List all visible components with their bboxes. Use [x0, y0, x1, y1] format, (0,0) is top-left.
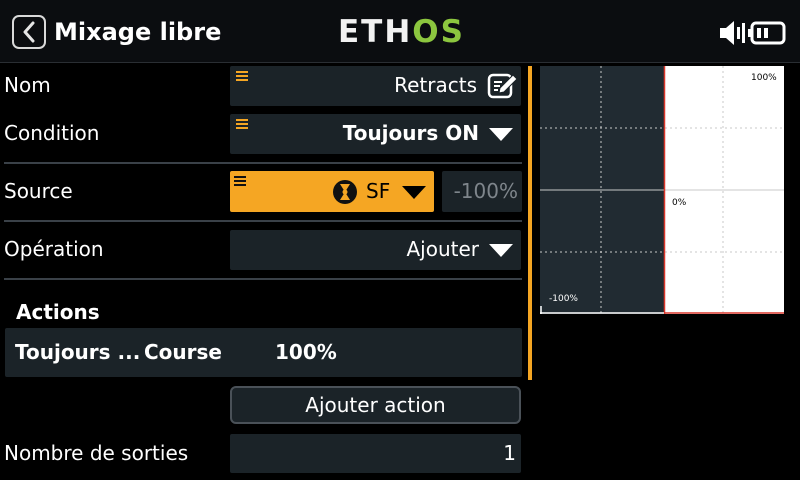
dropdown-arrow-icon: [489, 128, 513, 141]
drag-handle-icon: [236, 71, 248, 81]
divider: [4, 220, 522, 222]
curve-grid: [540, 66, 784, 314]
source-field[interactable]: SF: [230, 171, 434, 212]
action-condition: Toujours ...: [15, 340, 141, 364]
add-action-button[interactable]: Ajouter action: [230, 386, 521, 424]
curve-top-label: 100%: [751, 73, 777, 83]
drag-handle-icon: [234, 176, 246, 186]
action-row[interactable]: Toujours ... Course 100%: [5, 328, 522, 377]
logo-main-text: ETH: [338, 14, 413, 50]
source-value: SF: [366, 179, 391, 203]
edit-icon[interactable]: [487, 72, 519, 100]
outputs-value: 1: [503, 441, 516, 465]
logo-accent-text: OS: [412, 14, 465, 50]
name-label: Nom: [4, 73, 51, 97]
operation-field[interactable]: Ajouter: [230, 230, 521, 270]
outputs-field[interactable]: 1: [230, 434, 521, 473]
actions-heading: Actions: [16, 300, 100, 324]
chevron-left-icon: [23, 21, 35, 43]
battery-icon[interactable]: [748, 18, 788, 48]
dropdown-arrow-icon: [489, 244, 513, 257]
action-type: Course: [144, 340, 222, 364]
switch-icon: [333, 180, 357, 204]
divider: [4, 278, 522, 280]
page-title: Mixage libre: [54, 18, 222, 46]
source-label: Source: [4, 179, 73, 203]
header-divider: [0, 62, 800, 63]
operation-value: Ajouter: [406, 237, 479, 261]
operation-label: Opération: [4, 237, 104, 261]
divider: [4, 162, 522, 164]
condition-label: Condition: [4, 121, 100, 145]
drag-handle-icon: [236, 119, 248, 129]
curve-mid-label: 0%: [672, 198, 687, 208]
top-bar: Mixage libre ETHOS: [0, 0, 800, 62]
status-area: [718, 18, 788, 48]
source-weight-value: -100%: [453, 179, 518, 203]
source-weight-field[interactable]: -100%: [442, 171, 522, 212]
outputs-label: Nombre de sorties: [4, 441, 189, 465]
back-button[interactable]: [12, 15, 46, 49]
ethos-logo: ETHOS: [338, 14, 465, 50]
scrollbar[interactable]: [528, 66, 532, 380]
action-value: 100%: [275, 340, 337, 364]
name-field[interactable]: Retracts: [230, 66, 521, 106]
condition-value: Toujours ON: [342, 121, 479, 145]
curve-bottom-label: -100%: [549, 294, 578, 304]
name-value: Retracts: [394, 73, 477, 97]
dropdown-arrow-icon: [402, 186, 426, 199]
condition-field[interactable]: Toujours ON: [230, 114, 521, 154]
speaker-icon[interactable]: [718, 18, 746, 48]
